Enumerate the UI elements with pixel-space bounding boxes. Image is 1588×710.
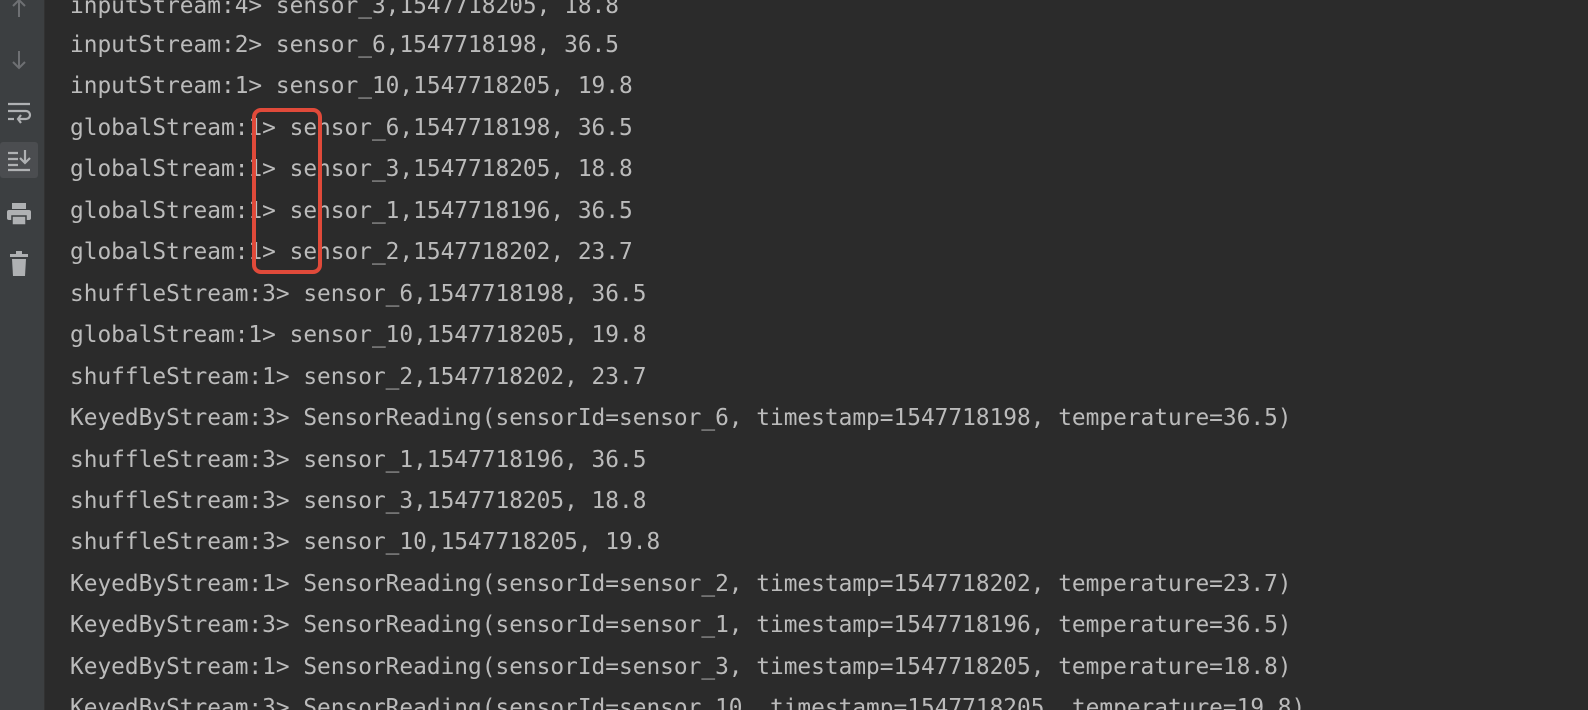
soft-wrap-button[interactable] xyxy=(0,94,38,130)
console-line: KeyedByStream:3> SensorReading(sensorId=… xyxy=(70,695,1306,710)
arrow-up-icon xyxy=(9,0,29,19)
console-line: globalStream:1> sensor_1,1547718196, 36.… xyxy=(70,198,633,224)
print-button[interactable] xyxy=(0,196,38,232)
scroll-up-button[interactable] xyxy=(0,0,38,26)
arrow-down-icon xyxy=(9,49,29,71)
scroll-down-button[interactable] xyxy=(0,42,38,78)
console-output[interactable]: inputStream:4> sensor_3,1547718205, 18.8… xyxy=(70,0,1588,710)
console-line: inputStream:2> sensor_6,1547718198, 36.5 xyxy=(70,32,619,58)
console-line: globalStream:1> sensor_3,1547718205, 18.… xyxy=(70,156,633,182)
scroll-to-end-button[interactable] xyxy=(0,142,38,178)
console-line: KeyedByStream:3> SensorReading(sensorId=… xyxy=(70,405,1292,431)
console-line: globalStream:1> sensor_10,1547718205, 19… xyxy=(70,322,647,348)
console-line: shuffleStream:3> sensor_1,1547718196, 36… xyxy=(70,447,647,473)
run-console-window: inputStream:4> sensor_3,1547718205, 18.8… xyxy=(0,0,1588,710)
console-line: inputStream:4> sensor_3,1547718205, 18.8 xyxy=(70,0,619,19)
soft-wrap-icon xyxy=(6,100,32,124)
console-line: shuffleStream:3> sensor_6,1547718198, 36… xyxy=(70,281,647,307)
trash-icon xyxy=(8,251,30,277)
console-line: globalStream:1> sensor_2,1547718202, 23.… xyxy=(70,239,633,265)
console-line: shuffleStream:3> sensor_10,1547718205, 1… xyxy=(70,529,661,555)
console-line: KeyedByStream:3> SensorReading(sensorId=… xyxy=(70,612,1292,638)
scroll-to-end-icon xyxy=(6,148,32,172)
console-line: inputStream:1> sensor_10,1547718205, 19.… xyxy=(70,73,633,99)
print-icon xyxy=(6,202,32,226)
console-line: globalStream:1> sensor_6,1547718198, 36.… xyxy=(70,115,633,141)
console-line: KeyedByStream:1> SensorReading(sensorId=… xyxy=(70,571,1292,597)
console-line: KeyedByStream:1> SensorReading(sensorId=… xyxy=(70,654,1292,680)
console-toolbar xyxy=(0,0,45,710)
console-line: shuffleStream:3> sensor_3,1547718205, 18… xyxy=(70,488,647,514)
clear-all-button[interactable] xyxy=(0,246,38,282)
console-line: shuffleStream:1> sensor_2,1547718202, 23… xyxy=(70,364,647,390)
